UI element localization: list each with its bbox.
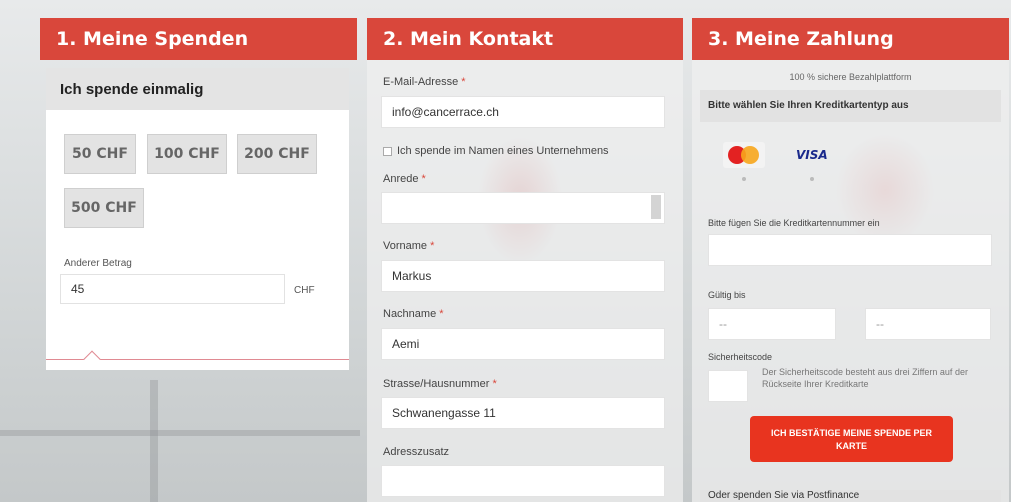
salutation-select[interactable] bbox=[381, 192, 665, 224]
expiry-month-select[interactable]: -- bbox=[708, 308, 836, 340]
donation-type-label: Ich spende einmalig bbox=[46, 68, 349, 110]
company-checkbox[interactable] bbox=[383, 147, 392, 156]
card-number-label: Bitte fügen Sie die Kreditkartennummer e… bbox=[708, 218, 880, 228]
lastname-field[interactable]: Aemi bbox=[381, 328, 665, 360]
payment-heading: 3. Meine Zahlung bbox=[692, 18, 1009, 60]
payment-column: 3. Meine Zahlung 100 % sichere Bezahlpla… bbox=[692, 18, 1009, 502]
amount-500-button[interactable]: 500 CHF bbox=[64, 188, 144, 228]
donation-column: 1. Meine Spenden Ich spende einmalig 50 … bbox=[40, 18, 357, 502]
lastname-label: Nachname * bbox=[383, 308, 444, 320]
mastercard-radio[interactable] bbox=[742, 177, 746, 181]
amount-200-button[interactable]: 200 CHF bbox=[237, 134, 317, 174]
visa-radio[interactable] bbox=[810, 177, 814, 181]
donation-heading: 1. Meine Spenden bbox=[40, 18, 357, 60]
email-label: E-Mail-Adresse * bbox=[383, 76, 466, 88]
contact-column: 2. Mein Kontakt E-Mail-Adresse * info@ca… bbox=[367, 18, 683, 502]
contact-panel: E-Mail-Adresse * info@cancerrace.ch Ich … bbox=[367, 60, 683, 502]
divider-notch bbox=[83, 350, 101, 368]
cvc-field[interactable] bbox=[708, 370, 748, 402]
email-field[interactable]: info@cancerrace.ch bbox=[381, 96, 665, 128]
card-number-field[interactable] bbox=[708, 234, 992, 266]
currency-label: CHF bbox=[294, 285, 315, 296]
mastercard-icon[interactable] bbox=[723, 142, 765, 168]
other-amount-input[interactable]: 45 bbox=[60, 274, 285, 304]
contact-heading: 2. Mein Kontakt bbox=[367, 18, 683, 60]
amount-50-button[interactable]: 50 CHF bbox=[64, 134, 136, 174]
postfinance-heading: Oder spenden Sie via Postfinance bbox=[700, 490, 1001, 502]
firstname-label: Vorname * bbox=[383, 240, 435, 252]
address-extra-label: Adresszusatz bbox=[383, 446, 450, 458]
salutation-label: Anrede * bbox=[383, 173, 426, 185]
card-type-heading: Bitte wählen Sie Ihren Kreditkartentyp a… bbox=[700, 90, 1001, 122]
amount-100-button[interactable]: 100 CHF bbox=[147, 134, 227, 174]
cvc-note: Der Sicherheitscode besteht aus drei Zif… bbox=[762, 367, 968, 389]
street-label: Strasse/Hausnummer * bbox=[383, 378, 497, 390]
street-field[interactable]: Schwanengasse 11 bbox=[381, 397, 665, 429]
address-extra-field[interactable] bbox=[381, 465, 665, 497]
valid-until-label: Gültig bis bbox=[708, 290, 746, 300]
expiry-year-select[interactable]: -- bbox=[865, 308, 991, 340]
cvc-label: Sicherheitscode bbox=[708, 352, 773, 362]
firstname-field[interactable]: Markus bbox=[381, 260, 665, 292]
secure-note: 100 % sichere Bezahlplattform bbox=[789, 72, 912, 82]
confirm-card-button[interactable]: ICH BESTÄTIGE MEINE SPENDE PER KARTE bbox=[750, 416, 953, 462]
visa-icon[interactable]: VISA bbox=[796, 148, 828, 162]
donation-panel: Ich spende einmalig 50 CHF 100 CHF 200 C… bbox=[46, 68, 349, 370]
company-checkbox-label: Ich spende im Namen eines Unternehmens bbox=[397, 145, 609, 157]
chevron-down-icon[interactable] bbox=[651, 195, 661, 219]
payment-panel: 100 % sichere Bezahlplattform Bitte wähl… bbox=[692, 60, 1009, 502]
other-amount-label: Anderer Betrag bbox=[64, 258, 132, 269]
